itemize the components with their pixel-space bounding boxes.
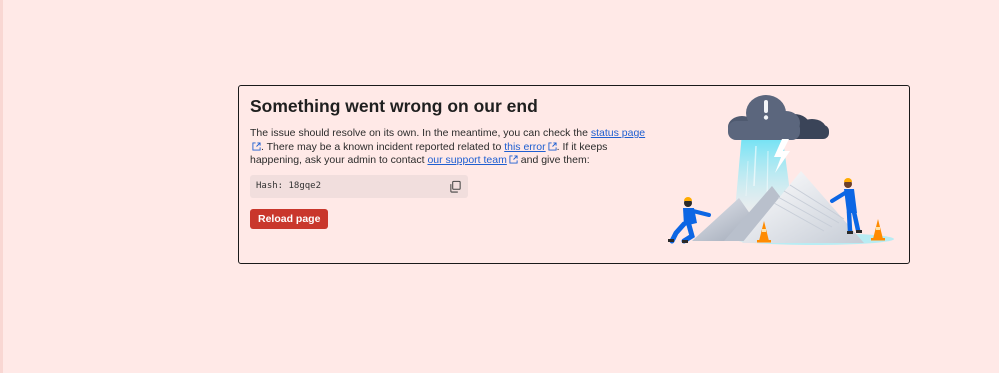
error-message: The issue should resolve on its own. In … (250, 127, 650, 168)
this-error-link[interactable]: this error (504, 141, 545, 153)
storm-cloud-illustration (668, 95, 894, 245)
error-title: Something went wrong on our end (250, 96, 538, 116)
storm-cloud (728, 95, 829, 140)
external-link-icon[interactable] (548, 141, 557, 151)
hash-text: Hash: 18gqe2 (256, 181, 322, 191)
message-part-1: The issue should resolve on its own. In … (250, 127, 591, 139)
message-part-2: . There may be a known incident reported… (261, 140, 505, 153)
message-part-4: and give them: (517, 154, 590, 166)
status-page-link[interactable]: status page (591, 127, 645, 139)
error-card: Something went wrong on our end The issu… (238, 85, 910, 264)
hash-box: Hash: 18gqe2 (250, 174, 468, 198)
reload-page-button[interactable]: Reload page (250, 208, 329, 229)
external-link-icon[interactable] (252, 141, 261, 151)
error-content: Something went wrong on our end The issu… (250, 96, 650, 229)
copy-icon[interactable] (449, 180, 462, 193)
left-edge-divider (0, 0, 3, 373)
support-team-link[interactable]: our support team (427, 154, 506, 166)
external-link-icon[interactable] (509, 155, 518, 164)
error-page: Something went wrong on our end The issu… (0, 0, 999, 373)
